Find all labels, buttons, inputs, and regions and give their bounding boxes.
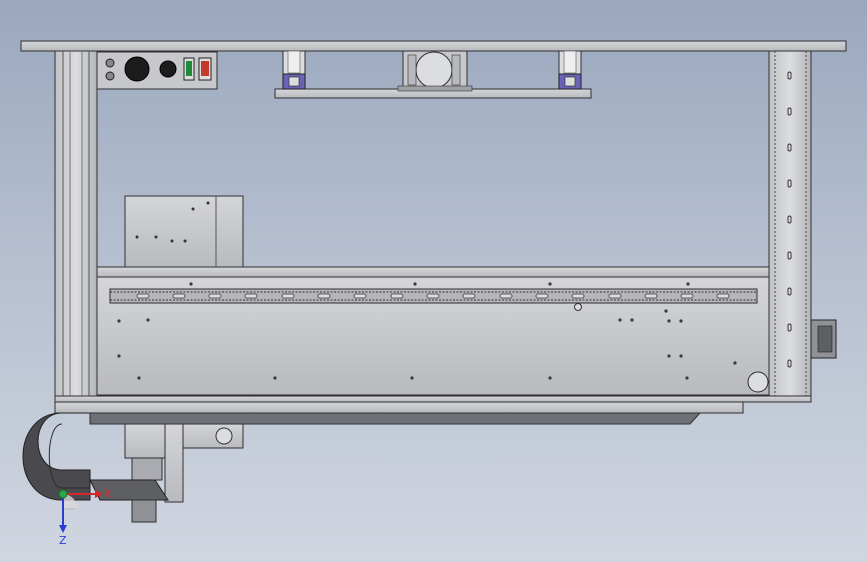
main-body-plate [96, 276, 770, 396]
overhead-rail-assembly [274, 50, 592, 99]
control-panel [96, 51, 218, 90]
left-column-profile [54, 50, 98, 397]
red-switch [201, 61, 209, 76]
lower-motor-assembly [89, 423, 244, 523]
base-rail-dark [89, 412, 702, 425]
indicator-light-bottom [105, 71, 115, 81]
base-rail-upper [54, 395, 812, 403]
cable-port [747, 371, 769, 393]
right-column-plate [768, 50, 812, 397]
start-button [159, 60, 177, 78]
cad-viewport[interactable]: X Z [0, 0, 867, 562]
triad-z-arrowhead [59, 525, 67, 533]
indicator-light-top [105, 58, 115, 68]
triad-x-label: X [104, 487, 112, 500]
side-motor [810, 319, 837, 359]
emergency-knob [124, 56, 150, 82]
top-plate [20, 40, 847, 52]
triad-z-label: Z [59, 534, 67, 547]
junction-box [124, 195, 244, 268]
green-switch [186, 61, 192, 76]
table-top-rail [96, 266, 770, 278]
triad-y-axis [58, 489, 68, 499]
overhead-motor [397, 50, 473, 92]
base-rail-lower [54, 401, 744, 414]
